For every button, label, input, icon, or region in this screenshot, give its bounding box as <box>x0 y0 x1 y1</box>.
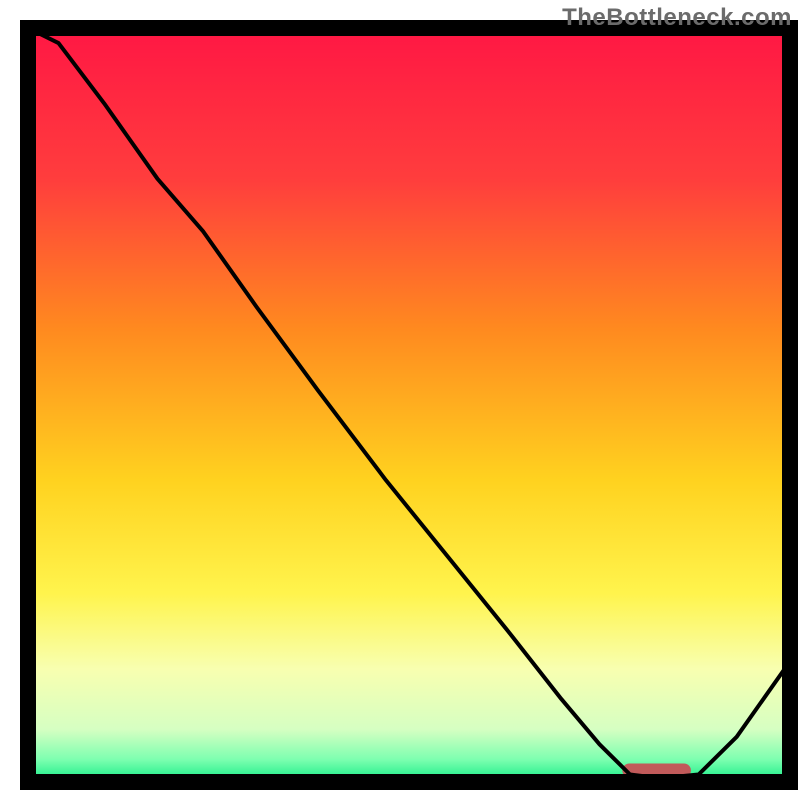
bottleneck-chart: TheBottleneck.com <box>0 0 800 800</box>
watermark-text: TheBottleneck.com <box>562 4 792 32</box>
chart-background-gradient <box>28 28 790 782</box>
chart-svg <box>0 0 800 800</box>
